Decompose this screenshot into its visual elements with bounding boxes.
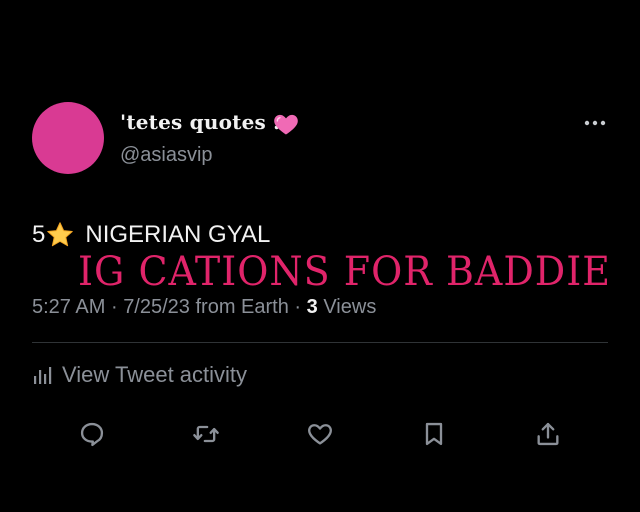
avatar[interactable]: [32, 102, 104, 174]
retweet-icon: [193, 425, 219, 443]
share-icon: [537, 422, 559, 446]
tweet-body: NIGERIAN GYAL: [85, 221, 271, 248]
tweet-time[interactable]: 5:27 AM: [32, 296, 105, 318]
tweet-meta: 5:27 AM · 7/25/23 from Earth · 3 Views: [32, 296, 376, 319]
overlay-title: IG CATIONS FOR BADDIE: [78, 248, 612, 295]
more-options-icon[interactable]: [582, 114, 608, 132]
bookmark-button[interactable]: [418, 418, 450, 450]
separator-dot: ·: [294, 296, 302, 318]
separator-dot: ·: [110, 296, 118, 318]
retweet-button[interactable]: [190, 418, 222, 450]
views-count: 3: [306, 296, 318, 318]
tweet-text: 5 NIGERIAN GYAL: [32, 220, 270, 250]
rating-number: 5: [32, 221, 46, 248]
tweet-date[interactable]: 7/25/23: [123, 296, 190, 318]
pink-heart-icon: [274, 114, 298, 135]
reply-button[interactable]: [76, 418, 108, 450]
star-icon: [47, 222, 74, 247]
bar-chart-icon: [34, 367, 52, 384]
tweet-action-bar: [0, 418, 640, 454]
bookmark-icon: [425, 422, 443, 446]
view-tweet-activity-link[interactable]: View Tweet activity: [32, 362, 247, 388]
tweet-source: from Earth: [195, 296, 289, 318]
view-tweet-activity-label: View Tweet activity: [62, 362, 248, 387]
divider: [32, 342, 608, 343]
display-name[interactable]: 'tetes quotes .: [120, 110, 280, 134]
share-button[interactable]: [532, 418, 564, 450]
views-label: Views: [323, 296, 377, 318]
like-icon: [308, 424, 332, 445]
reply-icon: [80, 422, 104, 447]
user-handle[interactable]: @asiasvip: [120, 144, 213, 167]
like-button[interactable]: [304, 418, 336, 450]
